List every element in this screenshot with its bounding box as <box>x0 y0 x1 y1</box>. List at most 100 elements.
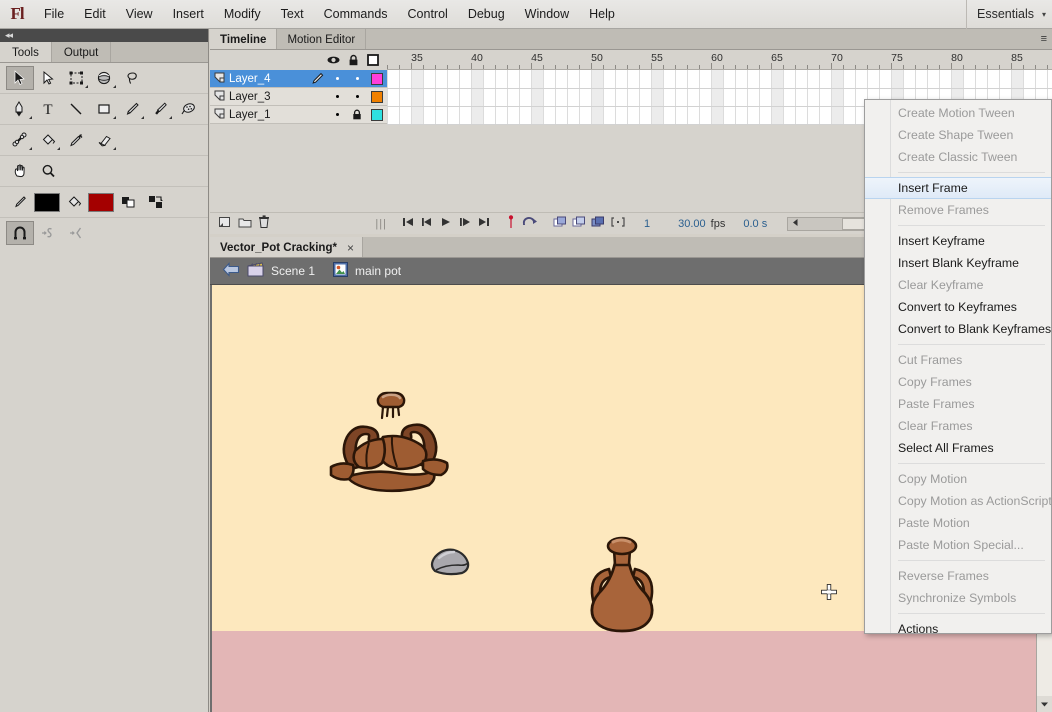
fill-swatch[interactable] <box>88 193 114 212</box>
modify-onion-markers-button[interactable] <box>591 216 605 231</box>
text-tool[interactable]: T <box>34 97 62 121</box>
current-frame-value[interactable]: 1 <box>644 218 650 230</box>
context-menu-item[interactable]: Insert Blank Keyframe <box>865 252 1051 274</box>
stroke-color-tool[interactable] <box>6 190 34 214</box>
fps-value[interactable]: 30.00 <box>678 218 706 230</box>
frame-context-menu[interactable]: Create Motion TweenCreate Shape TweenCre… <box>864 99 1052 634</box>
onion-marker-bracket-icon[interactable] <box>610 216 626 231</box>
stroke-swatch[interactable] <box>34 193 60 212</box>
context-menu-item[interactable]: Insert Frame <box>865 177 1051 199</box>
timeline-ruler[interactable]: 3540455055606570758085909510010511 <box>387 50 1052 70</box>
black-white-button[interactable] <box>114 190 142 214</box>
layer-lock-toggle[interactable] <box>347 95 367 98</box>
loop-button[interactable] <box>521 216 539 231</box>
new-layer-button[interactable] <box>218 216 232 232</box>
menu-control[interactable]: Control <box>398 4 458 24</box>
pen-tool[interactable] <box>6 97 34 121</box>
context-menu-item[interactable]: Convert to Blank Keyframes <box>865 318 1051 340</box>
scroll-down-arrow-icon[interactable] <box>1037 696 1052 712</box>
play-button[interactable] <box>439 216 453 231</box>
timeline-resize-grip[interactable]: ||| <box>375 218 387 230</box>
outline-icon[interactable] <box>363 54 383 66</box>
go-to-last-frame[interactable] <box>477 216 491 231</box>
layer-name-label[interactable]: Layer_1 <box>229 109 307 121</box>
document-tab[interactable]: Vector_Pot Cracking* × <box>210 237 363 257</box>
intact-pot-artwork[interactable] <box>579 533 665 637</box>
context-menu-item[interactable]: Actions <box>865 618 1051 640</box>
eye-icon[interactable] <box>323 55 343 65</box>
context-menu-item[interactable]: Insert Keyframe <box>865 230 1051 252</box>
tab-tools[interactable]: Tools <box>0 42 52 62</box>
tab-motion-editor[interactable]: Motion Editor <box>277 29 366 49</box>
menu-modify[interactable]: Modify <box>214 4 271 24</box>
scene-icon[interactable] <box>247 262 264 280</box>
eraser-tool[interactable] <box>90 128 118 152</box>
lock-icon[interactable] <box>343 54 363 66</box>
workspace-switcher[interactable]: Essentials ▾ <box>966 0 1046 29</box>
layer-row[interactable]: Layer_3 <box>210 88 387 106</box>
layer-row[interactable]: Layer_4 <box>210 70 387 88</box>
panel-collapse-bar[interactable]: ◂◂ <box>0 29 208 42</box>
smooth-button[interactable] <box>34 221 62 245</box>
paint-bucket-tool[interactable] <box>34 128 62 152</box>
lasso-tool[interactable] <box>118 66 146 90</box>
back-arrow-icon[interactable] <box>222 262 240 280</box>
menu-insert[interactable]: Insert <box>163 4 214 24</box>
selection-tool[interactable] <box>6 66 34 90</box>
deco-tool[interactable] <box>174 97 202 121</box>
layer-visibility-toggle[interactable] <box>327 113 347 116</box>
menu-debug[interactable]: Debug <box>458 4 515 24</box>
onion-skin-outlines-button[interactable] <box>553 216 567 231</box>
breadcrumb-scene-label[interactable]: Scene 1 <box>271 264 315 278</box>
free-transform-tool[interactable] <box>62 66 90 90</box>
bone-tool[interactable] <box>6 128 34 152</box>
hand-tool[interactable] <box>6 159 34 183</box>
symbol-icon[interactable] <box>333 262 348 280</box>
layer-visibility-toggle[interactable] <box>327 77 347 80</box>
delete-layer-button[interactable] <box>258 215 270 232</box>
subselection-tool[interactable] <box>34 66 62 90</box>
go-to-first-frame[interactable] <box>401 216 415 231</box>
scroll-left-arrow-icon[interactable] <box>788 218 800 230</box>
menu-window[interactable]: Window <box>515 4 579 24</box>
broken-pot-artwork[interactable] <box>325 385 455 497</box>
tab-output[interactable]: Output <box>52 42 112 62</box>
fill-bucket-icon[interactable] <box>60 190 88 214</box>
layer-outline-color-chip[interactable] <box>367 109 387 121</box>
layer-row[interactable]: Layer_1 <box>210 106 387 124</box>
menu-edit[interactable]: Edit <box>74 4 116 24</box>
panel-menu-icon[interactable]: ≡ <box>1041 33 1046 45</box>
rectangle-tool[interactable] <box>90 97 118 121</box>
3d-rotation-tool[interactable] <box>90 66 118 90</box>
pencil-tool[interactable] <box>118 97 146 121</box>
layer-name-label[interactable]: Layer_4 <box>229 73 307 85</box>
context-menu-item[interactable]: Select All Frames <box>865 437 1051 459</box>
context-menu-item[interactable]: Convert to Keyframes <box>865 296 1051 318</box>
layer-outline-color-chip[interactable] <box>367 73 387 85</box>
breadcrumb-symbol-label[interactable]: main pot <box>355 264 401 278</box>
onion-skin-button[interactable] <box>506 215 516 232</box>
edit-multiple-frames-button[interactable] <box>572 216 586 231</box>
stone-artwork[interactable] <box>427 545 473 579</box>
straighten-button[interactable] <box>62 221 90 245</box>
brush-tool[interactable] <box>146 97 174 121</box>
layer-outline-color-chip[interactable] <box>367 91 387 103</box>
layer-name-label[interactable]: Layer_3 <box>229 91 307 103</box>
new-folder-button[interactable] <box>238 216 252 232</box>
menu-commands[interactable]: Commands <box>314 4 398 24</box>
line-tool[interactable] <box>62 97 90 121</box>
menu-help[interactable]: Help <box>579 4 625 24</box>
layer-lock-toggle[interactable] <box>347 109 367 120</box>
close-icon[interactable]: × <box>347 241 354 255</box>
layer-visibility-toggle[interactable] <box>327 95 347 98</box>
step-forward-one-frame[interactable] <box>458 216 472 231</box>
swap-colors-button[interactable] <box>142 190 170 214</box>
menu-text[interactable]: Text <box>271 4 314 24</box>
zoom-tool[interactable] <box>34 159 62 183</box>
menu-file[interactable]: File <box>34 4 74 24</box>
snap-to-objects-button[interactable] <box>6 221 34 245</box>
menu-view[interactable]: View <box>116 4 163 24</box>
tab-timeline[interactable]: Timeline <box>210 29 277 49</box>
layer-lock-toggle[interactable] <box>347 77 367 80</box>
step-back-one-frame[interactable] <box>420 216 434 231</box>
